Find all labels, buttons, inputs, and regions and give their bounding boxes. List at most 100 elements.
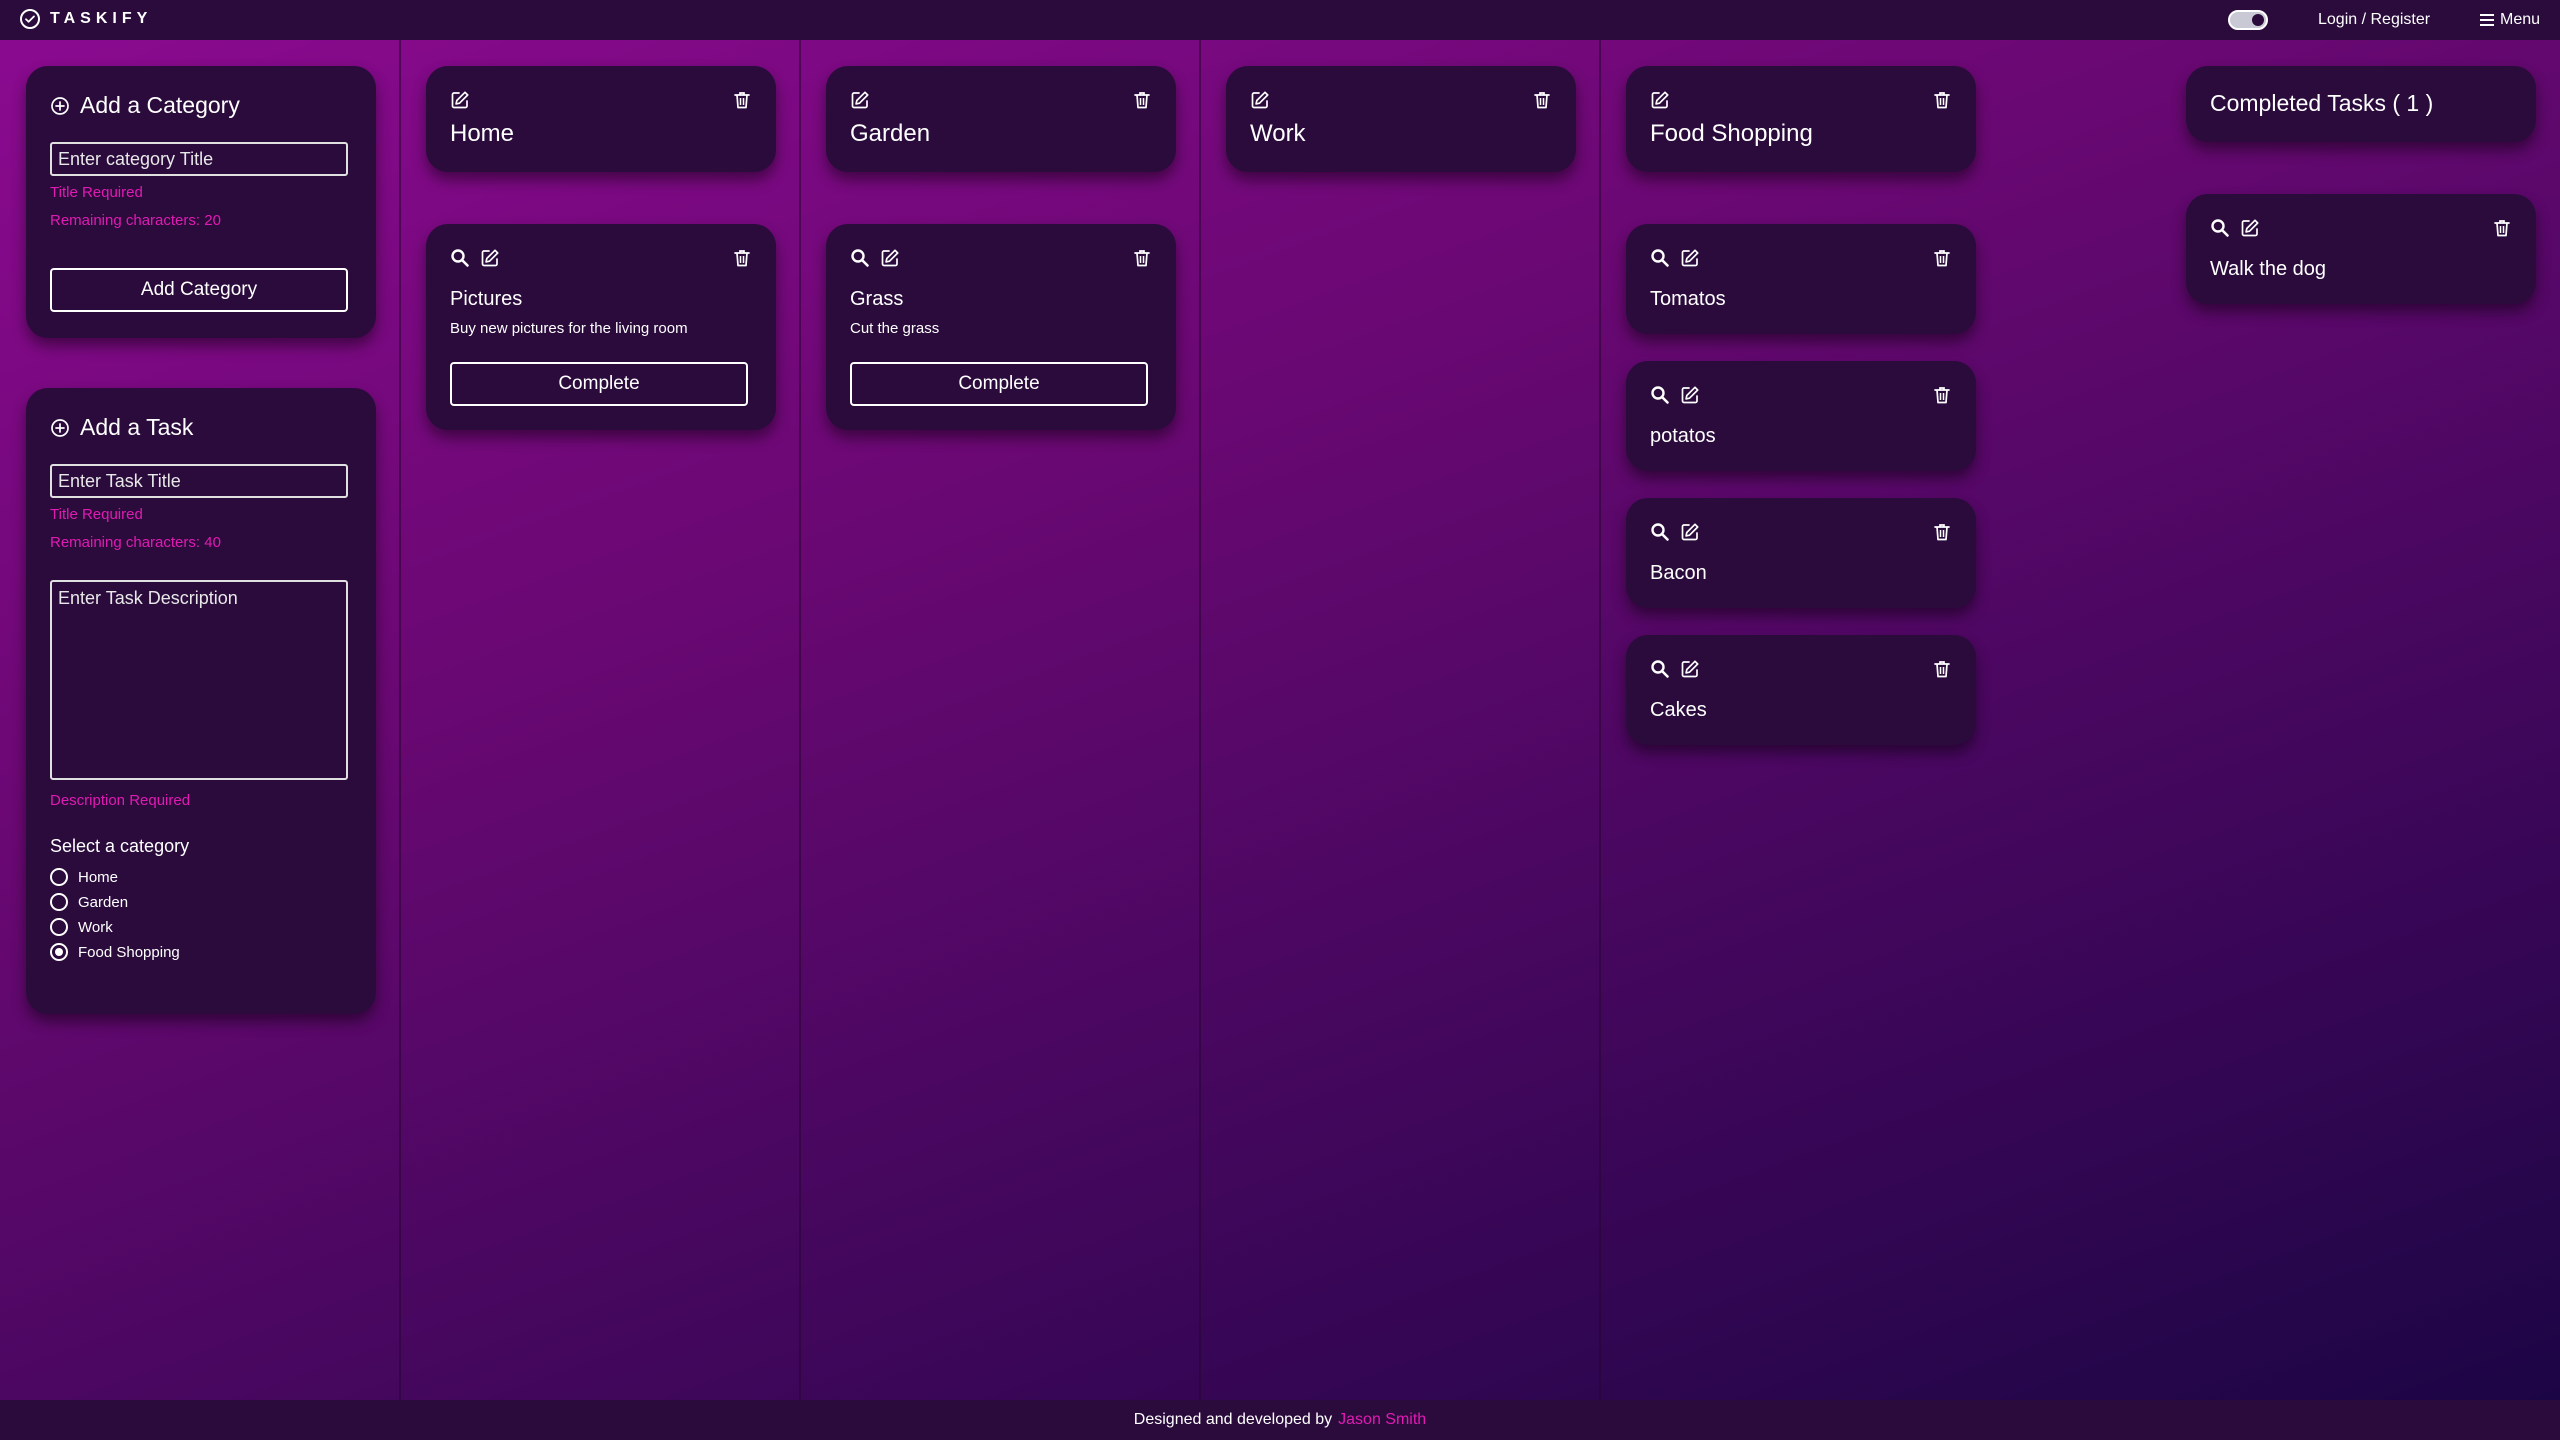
column-divider <box>1599 40 1601 1400</box>
task-card: Grass Cut the grass Complete <box>826 224 1176 430</box>
completed-tasks-header-card: Completed Tasks ( 1 ) <box>2186 66 2536 142</box>
radio-label: Work <box>78 918 113 936</box>
column-divider <box>1199 40 1201 1400</box>
check-circle-icon <box>20 9 40 29</box>
menu-icon <box>2480 14 2494 26</box>
edit-icon[interactable] <box>850 90 870 110</box>
task-title: Bacon <box>1650 562 1707 584</box>
trash-icon[interactable] <box>732 248 752 268</box>
task-description: Buy new pictures for the living room <box>450 320 688 337</box>
radio-label: Food Shopping <box>78 943 180 961</box>
category-card-home: Home <box>426 66 776 172</box>
edit-icon[interactable] <box>1680 385 1700 405</box>
task-actions <box>850 248 900 268</box>
search-icon[interactable] <box>1650 248 1670 268</box>
category-title-required: Title Required <box>50 184 143 201</box>
task-title-required: Title Required <box>50 506 143 523</box>
search-icon[interactable] <box>450 248 470 268</box>
trash-icon[interactable] <box>1932 385 1952 405</box>
trash-icon[interactable] <box>1132 248 1152 268</box>
add-category-title: Add a Category <box>80 92 240 118</box>
task-remaining-chars: Remaining characters: 40 <box>50 534 221 551</box>
column-divider <box>399 40 401 1400</box>
column-divider <box>799 40 801 1400</box>
brand-name: TASKIFY <box>50 10 153 27</box>
category-title-input[interactable] <box>50 142 348 176</box>
theme-toggle[interactable] <box>2228 10 2268 30</box>
footer: Designed and developed by Jason Smith <box>0 1400 2560 1440</box>
trash-icon[interactable] <box>1932 248 1952 268</box>
completed-task-card: Walk the dog <box>2186 194 2536 304</box>
login-register-link[interactable]: Login / Register <box>2318 11 2430 29</box>
trash-icon[interactable] <box>1932 659 1952 679</box>
brand[interactable]: TASKIFY <box>20 9 152 29</box>
task-description-input[interactable] <box>50 580 348 780</box>
category-title: Work <box>1250 120 1306 147</box>
author-link[interactable]: Jason Smith <box>1338 1411 1426 1429</box>
category-card-garden: Garden <box>826 66 1176 172</box>
menu-button[interactable]: Menu <box>2480 11 2540 29</box>
edit-icon[interactable] <box>1650 90 1670 110</box>
trash-icon[interactable] <box>1132 90 1152 110</box>
category-title: Home <box>450 120 515 147</box>
category-title: Food Shopping <box>1650 120 1813 147</box>
radio-button[interactable] <box>50 893 68 911</box>
trash-icon[interactable] <box>1932 522 1952 542</box>
task-actions <box>1650 248 1700 268</box>
trash-icon[interactable] <box>2492 218 2512 238</box>
add-category-heading: Add a Category <box>50 92 240 119</box>
category-radio-food-shopping[interactable]: Food Shopping <box>50 943 180 961</box>
task-title-input[interactable] <box>50 464 348 498</box>
task-description-required: Description Required <box>50 792 191 809</box>
radio-button[interactable] <box>50 918 68 936</box>
trash-icon[interactable] <box>1932 90 1952 110</box>
radio-button-selected[interactable] <box>50 943 68 961</box>
radio-button[interactable] <box>50 868 68 886</box>
search-icon[interactable] <box>1650 522 1670 542</box>
edit-icon[interactable] <box>1250 90 1270 110</box>
task-description: Cut the grass <box>850 320 940 337</box>
add-category-button[interactable]: Add Category <box>50 268 348 312</box>
toggle-knob <box>2252 14 2264 26</box>
search-icon[interactable] <box>850 248 870 268</box>
task-card: Tomatos <box>1626 224 1976 334</box>
category-radio-garden[interactable]: Garden <box>50 893 128 911</box>
board: Add a Category Title Required Remaining … <box>0 40 2560 1400</box>
category-remaining-chars: Remaining characters: 20 <box>50 212 221 229</box>
task-title: Grass <box>850 288 904 310</box>
task-card: Pictures Buy new pictures for the living… <box>426 224 776 430</box>
radio-label: Home <box>78 868 119 886</box>
edit-icon[interactable] <box>1680 659 1700 679</box>
task-title: Cakes <box>1650 699 1707 721</box>
complete-button[interactable]: Complete <box>450 362 748 406</box>
add-task-card: Add a Task Title Required Remaining char… <box>26 388 376 1014</box>
trash-icon[interactable] <box>1532 90 1552 110</box>
category-radio-work[interactable]: Work <box>50 918 113 936</box>
edit-icon[interactable] <box>1680 522 1700 542</box>
category-title: Garden <box>850 120 931 147</box>
edit-icon[interactable] <box>2240 218 2260 238</box>
top-navbar: TASKIFY Login / Register Menu <box>0 0 2560 40</box>
trash-icon[interactable] <box>732 90 752 110</box>
category-card-work: Work <box>1226 66 1576 172</box>
edit-icon[interactable] <box>880 248 900 268</box>
search-icon[interactable] <box>1650 385 1670 405</box>
task-actions <box>2210 218 2260 238</box>
task-card: potatos <box>1626 361 1976 471</box>
plus-circle-icon <box>50 96 70 116</box>
search-icon[interactable] <box>1650 659 1670 679</box>
task-card: Bacon <box>1626 498 1976 608</box>
category-card-food-shopping: Food Shopping <box>1626 66 1976 172</box>
task-actions <box>450 248 500 268</box>
add-category-card: Add a Category Title Required Remaining … <box>26 66 376 338</box>
radio-label: Garden <box>78 893 129 911</box>
category-radio-home[interactable]: Home <box>50 868 118 886</box>
edit-icon[interactable] <box>1680 248 1700 268</box>
search-icon[interactable] <box>2210 218 2230 238</box>
add-task-title: Add a Task <box>80 414 194 440</box>
edit-icon[interactable] <box>450 90 470 110</box>
task-title: Pictures <box>450 288 523 310</box>
edit-icon[interactable] <box>480 248 500 268</box>
task-title: Tomatos <box>1650 288 1726 310</box>
complete-button[interactable]: Complete <box>850 362 1148 406</box>
